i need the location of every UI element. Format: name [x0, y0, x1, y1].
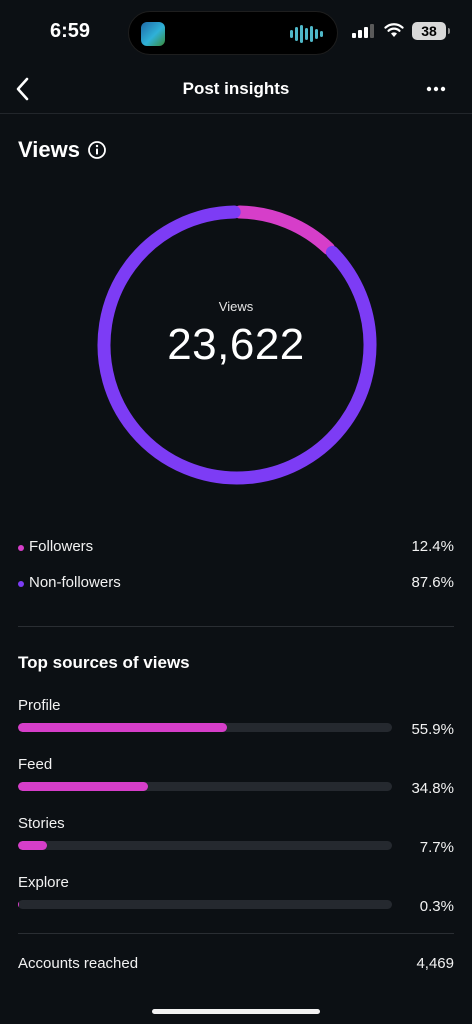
- source-row-feed: Feed 34.8%: [18, 756, 454, 806]
- audio-waveform-icon: [290, 25, 323, 43]
- cellular-signal-icon: [352, 24, 374, 38]
- legend-label: Non-followers: [29, 574, 121, 591]
- source-percent: 55.9%: [411, 721, 454, 738]
- non-followers-dot-icon: [18, 581, 24, 587]
- source-bar-track: [18, 841, 392, 850]
- home-indicator[interactable]: [152, 1009, 320, 1014]
- source-label: Profile: [18, 697, 61, 714]
- status-bar: 6:59 38: [0, 0, 472, 64]
- divider: [18, 933, 454, 934]
- accounts-reached-value: 4,469: [416, 955, 454, 972]
- source-bar-track: [18, 782, 392, 791]
- followers-dot-icon: [18, 545, 24, 551]
- source-label: Explore: [18, 874, 69, 891]
- source-bar-track: [18, 723, 392, 732]
- donut-center-label: Views: [218, 299, 254, 314]
- divider: [18, 626, 454, 627]
- top-sources-heading: Top sources of views: [18, 653, 190, 672]
- battery-indicator: 38: [412, 22, 450, 40]
- more-horizontal-icon[interactable]: [420, 78, 452, 100]
- wifi-icon: [384, 23, 404, 37]
- source-row-profile: Profile 55.9%: [18, 697, 454, 747]
- views-heading: Views: [18, 137, 80, 162]
- album-art-icon: [141, 22, 165, 46]
- source-percent: 34.8%: [411, 780, 454, 797]
- source-percent: 7.7%: [419, 839, 454, 856]
- legend-label: Followers: [29, 538, 94, 555]
- source-row-explore: Explore 0.3%: [18, 874, 454, 924]
- source-row-stories: Stories 7.7%: [18, 815, 454, 865]
- dynamic-island[interactable]: [128, 11, 338, 55]
- info-icon[interactable]: [87, 140, 107, 160]
- legend-non-followers: Non-followers 87.6%: [18, 574, 454, 596]
- source-bar-fill: [18, 723, 228, 732]
- accounts-reached-label: Accounts reached: [18, 955, 139, 972]
- source-label: Feed: [18, 756, 53, 773]
- page-title: Post insights: [182, 79, 290, 98]
- legend-percent: 87.6%: [411, 574, 454, 591]
- legend-followers: Followers 12.4%: [18, 538, 454, 560]
- legend-percent: 12.4%: [411, 538, 454, 555]
- source-bar-fill: [18, 900, 20, 909]
- status-time: 6:59: [50, 20, 91, 42]
- source-label: Stories: [18, 815, 65, 832]
- source-percent: 0.3%: [419, 898, 454, 915]
- donut-segment-followers: [233, 205, 335, 255]
- source-bar-track: [18, 900, 392, 909]
- source-bar-fill: [18, 782, 149, 791]
- nav-bar: Post insights: [0, 64, 472, 114]
- source-bar-fill: [18, 841, 47, 850]
- views-total: 23,622: [167, 320, 305, 369]
